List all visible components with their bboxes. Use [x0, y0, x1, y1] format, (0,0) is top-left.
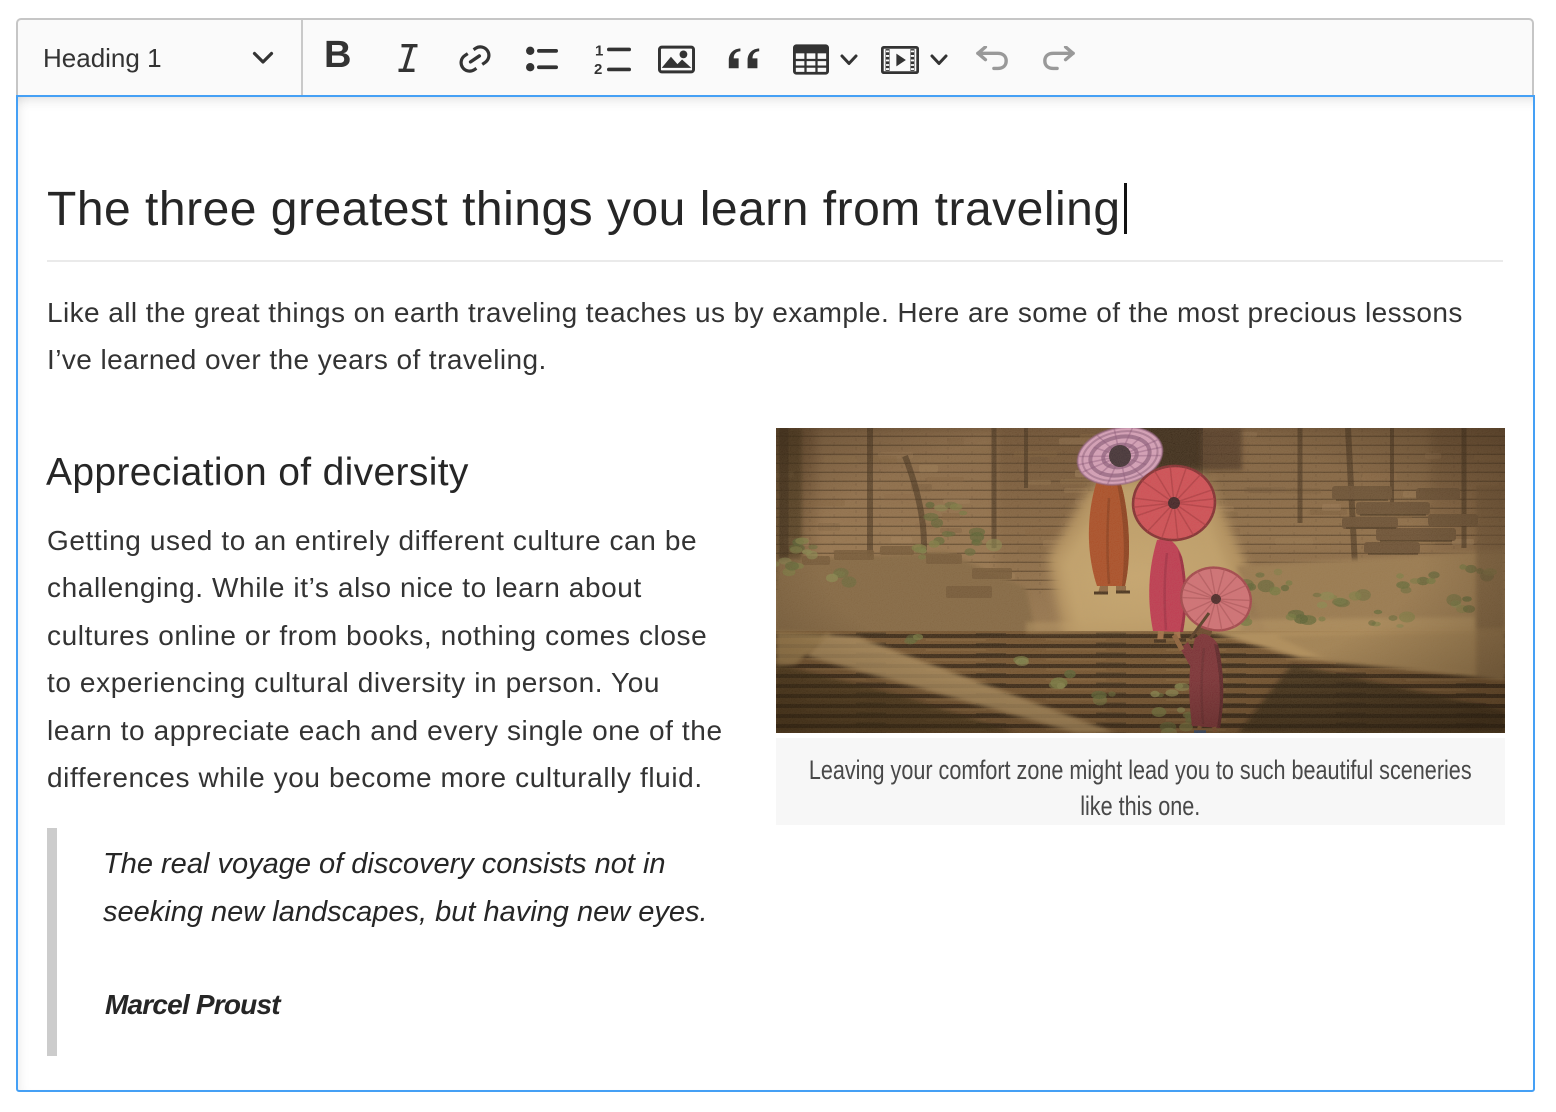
svg-text:1: 1: [595, 44, 603, 60]
svg-text:2: 2: [594, 61, 602, 75]
